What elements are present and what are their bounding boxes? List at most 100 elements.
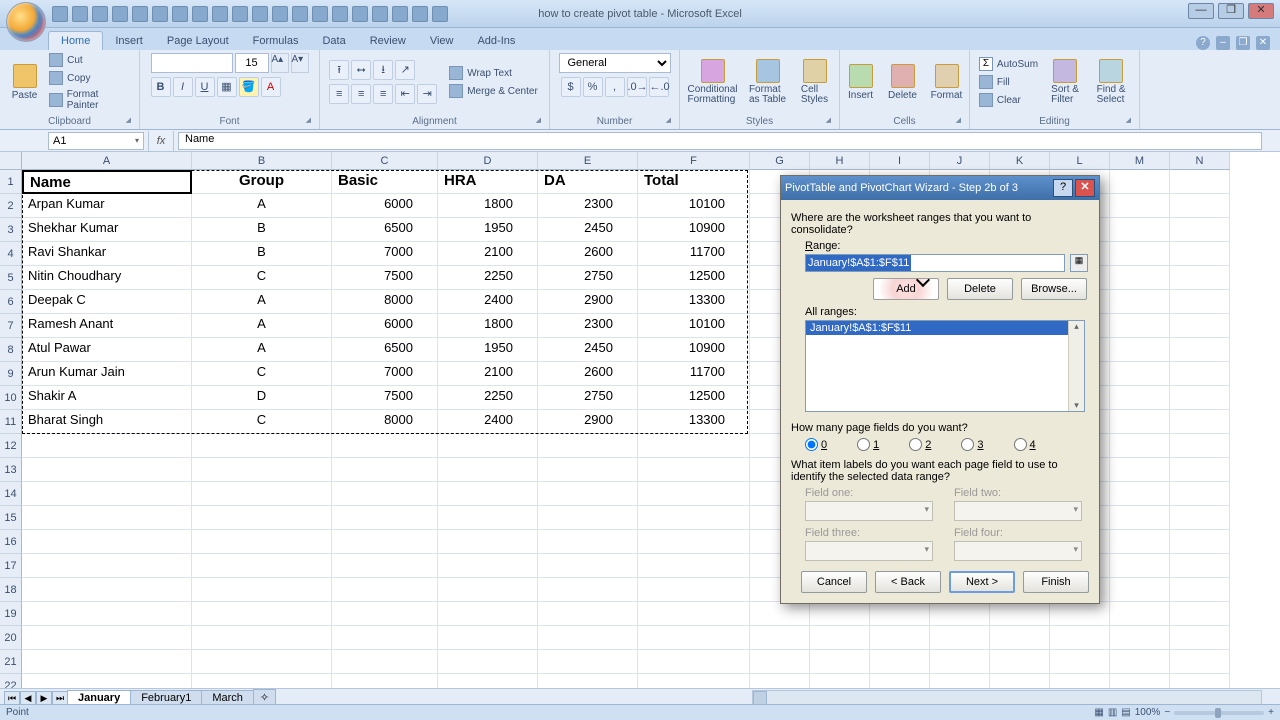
cell[interactable]	[332, 602, 438, 626]
zoom-in-button[interactable]: +	[1268, 707, 1274, 718]
cell[interactable]: HRA	[438, 170, 538, 194]
cell[interactable]	[638, 650, 750, 674]
dialog-help-button[interactable]: ?	[1053, 179, 1073, 197]
row-header[interactable]: 20	[0, 626, 22, 650]
delete-button[interactable]: Delete	[947, 278, 1013, 300]
formula-input[interactable]: Name	[178, 132, 1262, 150]
cell[interactable]: 13300	[638, 290, 750, 314]
cell[interactable]	[638, 434, 750, 458]
dialog-close-button[interactable]: ✕	[1075, 179, 1095, 197]
col-header[interactable]: C	[332, 152, 438, 170]
percent-icon[interactable]: %	[583, 77, 603, 97]
cell[interactable]: 2750	[538, 266, 638, 290]
align-center-icon[interactable]: ≡	[351, 84, 371, 104]
cell[interactable]: D	[192, 386, 332, 410]
cell[interactable]	[332, 650, 438, 674]
cell[interactable]	[538, 434, 638, 458]
cell[interactable]: 2600	[538, 362, 638, 386]
align-right-icon[interactable]: ≡	[373, 84, 393, 104]
cell[interactable]	[438, 506, 538, 530]
row-header[interactable]: 12	[0, 434, 22, 458]
cell[interactable]: 8000	[332, 290, 438, 314]
cell[interactable]: 10100	[638, 314, 750, 338]
grow-font-icon[interactable]: A▴	[271, 53, 289, 73]
format-table-button[interactable]: Format as Table	[745, 54, 791, 110]
cell[interactable]	[538, 650, 638, 674]
qat-undo-icon[interactable]	[72, 6, 88, 22]
cell[interactable]: 1950	[438, 218, 538, 242]
border-button[interactable]: ▦	[217, 77, 237, 97]
cell[interactable]	[750, 602, 810, 626]
col-header[interactable]: M	[1110, 152, 1170, 170]
cell[interactable]	[638, 458, 750, 482]
finish-button[interactable]: Finish	[1023, 571, 1089, 593]
tab-view[interactable]: View	[418, 32, 466, 50]
cell[interactable]	[1110, 650, 1170, 674]
qat-item[interactable]	[192, 6, 208, 22]
row-header[interactable]: 9	[0, 362, 22, 386]
help-icon[interactable]: ?	[1196, 36, 1210, 50]
col-header[interactable]: A	[22, 152, 192, 170]
row-header[interactable]: 1	[0, 170, 22, 194]
cell[interactable]	[638, 578, 750, 602]
cell[interactable]	[1170, 170, 1230, 194]
cell[interactable]	[1110, 314, 1170, 338]
col-header[interactable]: E	[538, 152, 638, 170]
inc-decimal-icon[interactable]: .0→	[627, 77, 647, 97]
all-ranges-listbox[interactable]: January!$A$1:$F$11	[805, 320, 1085, 412]
cell[interactable]	[810, 650, 870, 674]
cell[interactable]	[332, 530, 438, 554]
cell[interactable]	[1170, 242, 1230, 266]
row-header[interactable]: 18	[0, 578, 22, 602]
find-select-button[interactable]: Find & Select	[1090, 54, 1132, 110]
page-field-option[interactable]: 4	[1014, 438, 1036, 451]
shrink-font-icon[interactable]: A▾	[291, 53, 309, 73]
copy-button[interactable]: Copy	[47, 70, 133, 86]
qat-item[interactable]	[112, 6, 128, 22]
cell[interactable]	[22, 434, 192, 458]
name-box[interactable]: A1	[48, 132, 144, 150]
cell[interactable]	[1110, 602, 1170, 626]
cell[interactable]: Basic	[332, 170, 438, 194]
cell[interactable]	[1110, 242, 1170, 266]
indent-inc-icon[interactable]: ⇥	[417, 84, 437, 104]
cell[interactable]	[538, 458, 638, 482]
clear-button[interactable]: Clear	[977, 92, 1040, 108]
cut-button[interactable]: Cut	[47, 52, 133, 68]
page-field-option[interactable]: 3	[961, 438, 983, 451]
indent-dec-icon[interactable]: ⇤	[395, 84, 415, 104]
col-header[interactable]: H	[810, 152, 870, 170]
office-button[interactable]	[6, 2, 46, 42]
cell[interactable]: 2300	[538, 194, 638, 218]
cell[interactable]	[192, 650, 332, 674]
cell[interactable]	[22, 482, 192, 506]
qat-item[interactable]	[232, 6, 248, 22]
sort-filter-button[interactable]: Sort & Filter	[1044, 54, 1086, 110]
cell[interactable]	[438, 650, 538, 674]
cell[interactable]	[1110, 194, 1170, 218]
back-button[interactable]: < Back	[875, 571, 941, 593]
cell[interactable]: 13300	[638, 410, 750, 434]
bold-button[interactable]: B	[151, 77, 171, 97]
cell[interactable]	[438, 602, 538, 626]
font-color-button[interactable]: A	[261, 77, 281, 97]
cell[interactable]: DA	[538, 170, 638, 194]
row-header[interactable]: 15	[0, 506, 22, 530]
tab-formulas[interactable]: Formulas	[241, 32, 311, 50]
cell[interactable]: 2450	[538, 218, 638, 242]
col-header[interactable]: F	[638, 152, 750, 170]
qat-item[interactable]	[392, 6, 408, 22]
cell[interactable]	[538, 554, 638, 578]
cell[interactable]	[638, 602, 750, 626]
cell[interactable]: B	[192, 242, 332, 266]
row-header[interactable]: 5	[0, 266, 22, 290]
zoom-slider[interactable]	[1174, 711, 1264, 715]
range-input[interactable]: January!$A$1:$F$11	[805, 254, 1065, 272]
cell[interactable]	[538, 530, 638, 554]
col-header[interactable]: G	[750, 152, 810, 170]
qat-item[interactable]	[252, 6, 268, 22]
cell[interactable]	[1050, 650, 1110, 674]
page-field-option[interactable]: 2	[909, 438, 931, 451]
select-all-corner[interactable]	[0, 152, 22, 170]
col-header[interactable]: I	[870, 152, 930, 170]
